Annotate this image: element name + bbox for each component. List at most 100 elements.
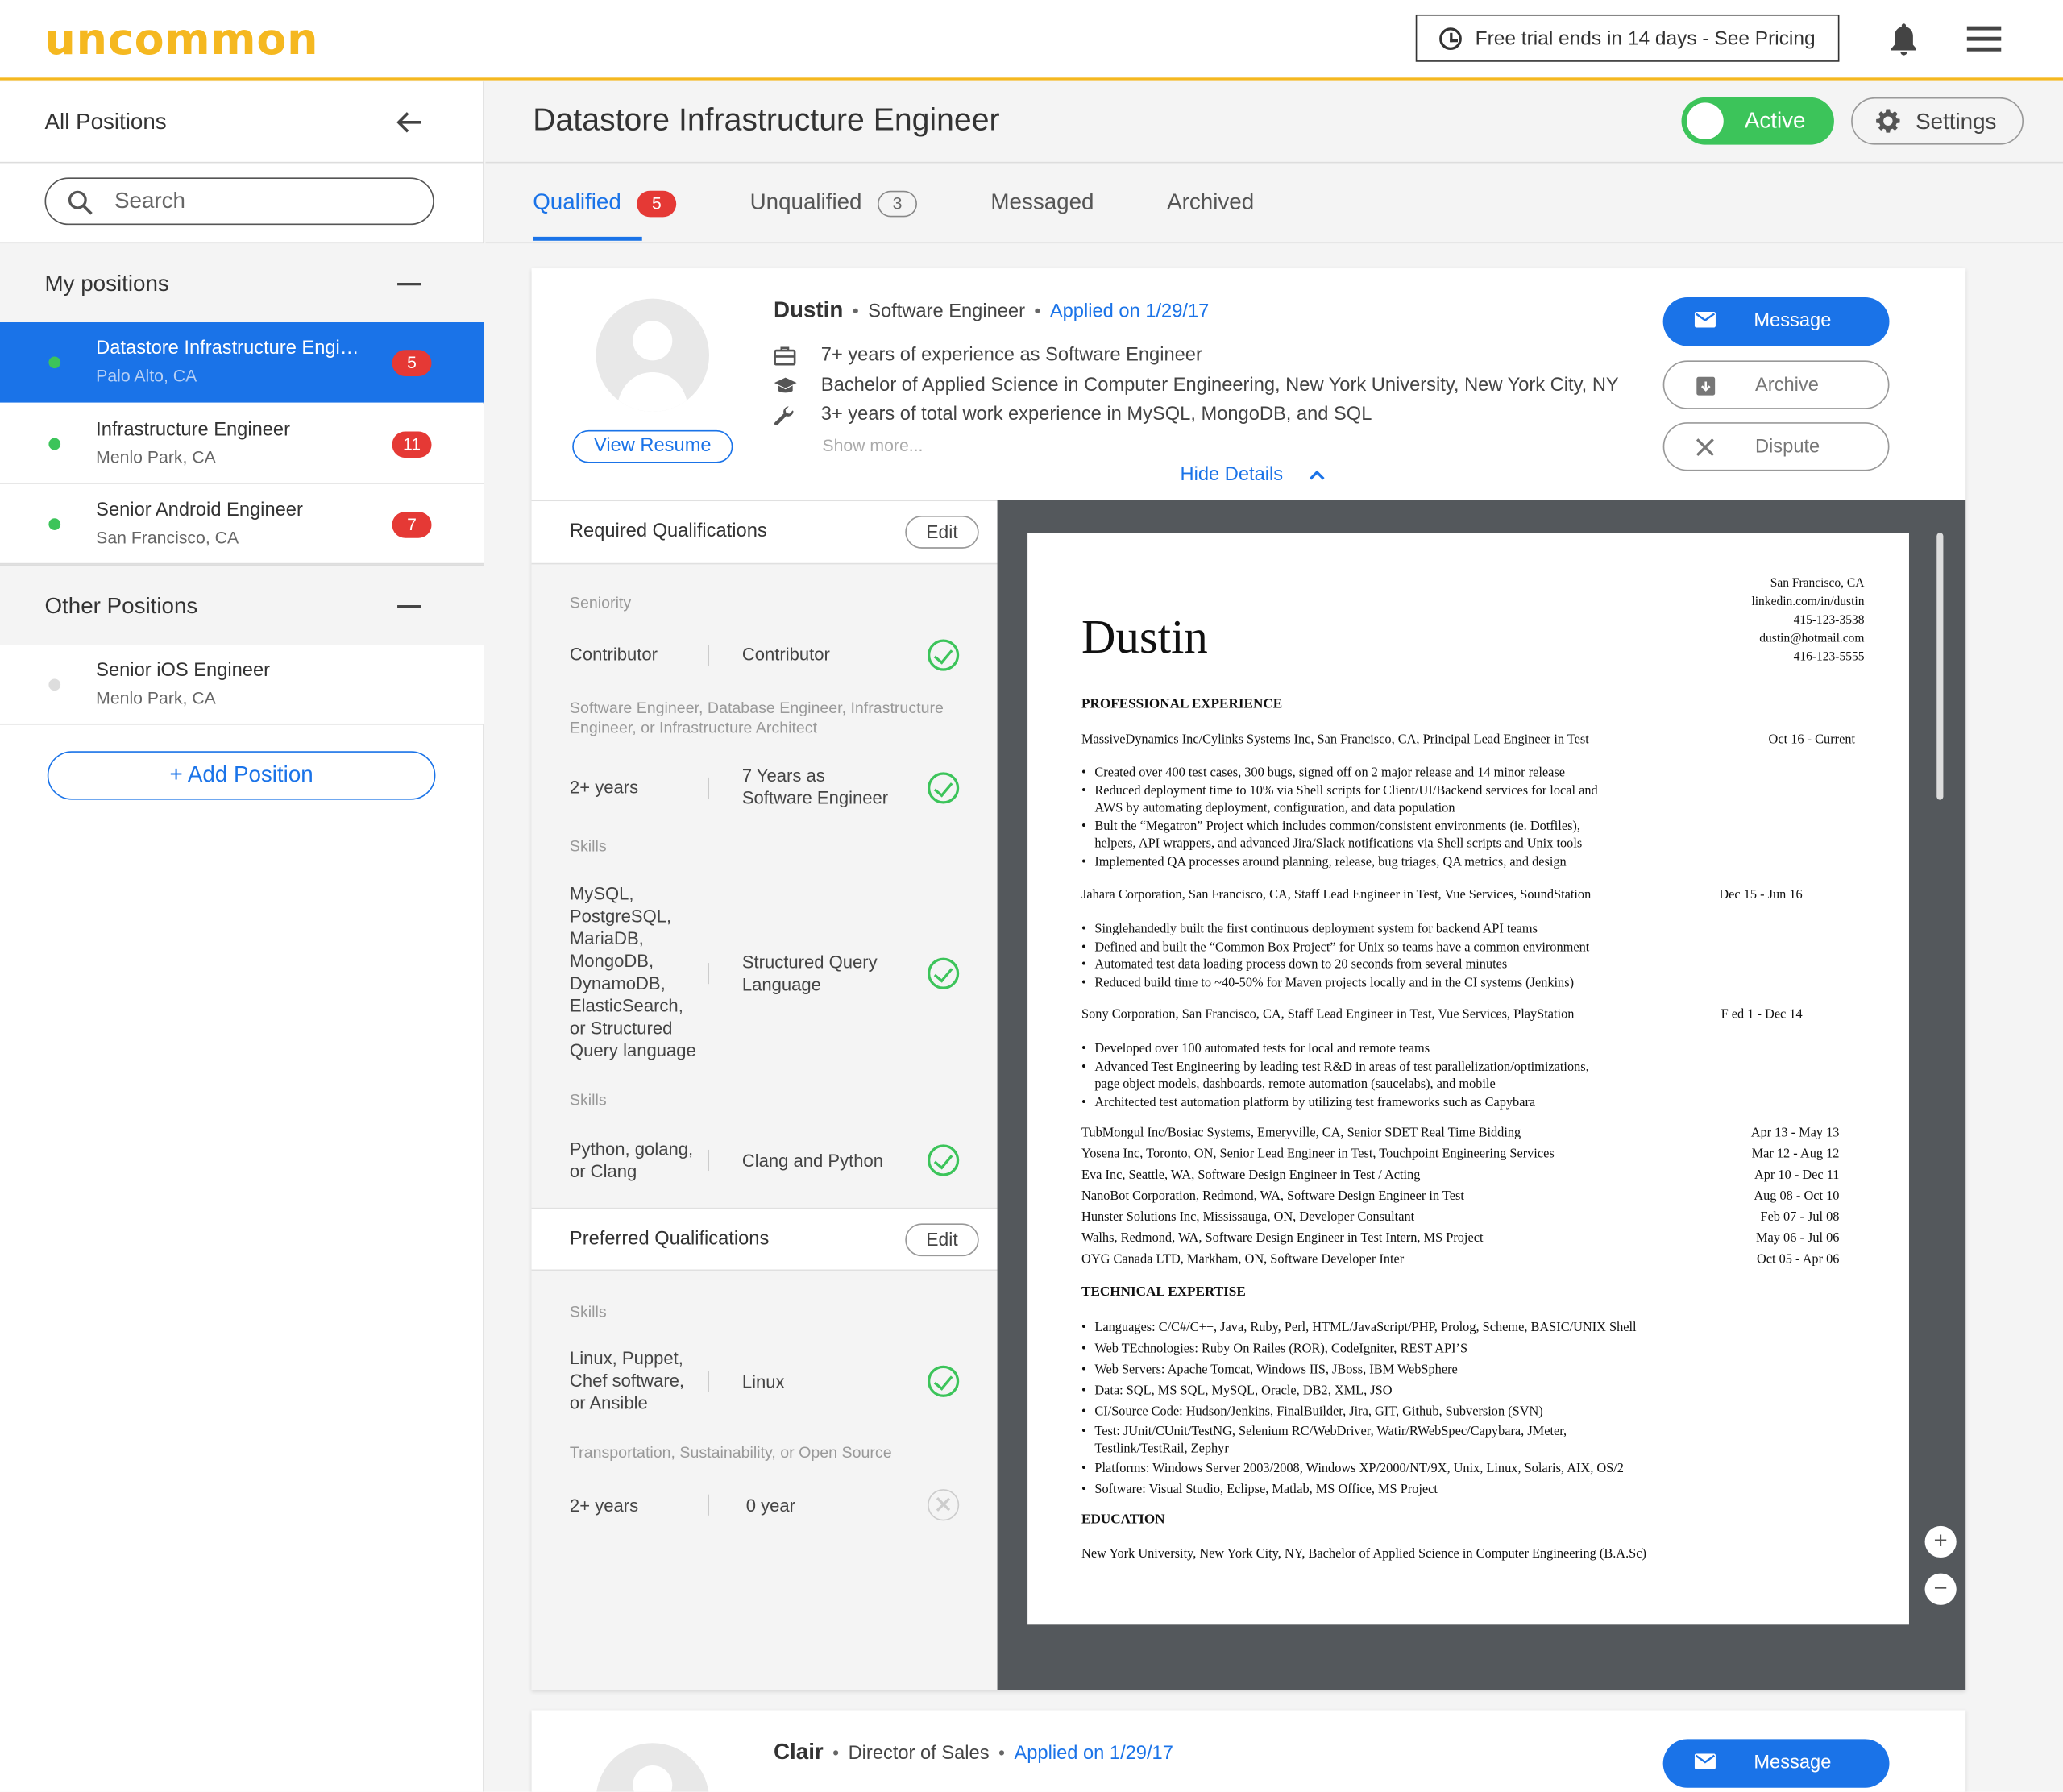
divider	[708, 1494, 709, 1516]
my-positions-label: My positions	[44, 271, 169, 297]
sidebar: All Positions My positions Datastore Inf…	[0, 81, 484, 1792]
contact-line: 415-123-3538	[1793, 614, 1865, 628]
resume-contact: San Francisco, CA linkedin.com/in/dustin…	[1606, 575, 1864, 666]
bell-icon[interactable]	[1889, 23, 1918, 56]
contact-line: linkedin.com/in/dustin	[1751, 595, 1865, 609]
other-positions-label: Other Positions	[44, 593, 198, 619]
search-icon	[68, 190, 93, 215]
uncommon-logo[interactable]: uncommon	[45, 13, 319, 64]
position-name: Datastore Infrastructure Engineer	[96, 338, 366, 359]
zoom-out-button[interactable]: −	[1924, 1573, 1957, 1605]
back-arrow-icon[interactable]	[395, 108, 424, 137]
active-status-dot	[48, 356, 61, 369]
required-qualifications-title: Required Qualifications	[569, 521, 767, 542]
person-silhouette-icon	[616, 321, 688, 413]
job-text: Hunster Solutions Inc, Mississauga, ON, …	[1081, 1210, 1415, 1225]
check-circle-icon	[928, 772, 960, 804]
active-tab-indicator	[533, 236, 642, 241]
section-title: TECHNICAL EXPERTISE	[1081, 1285, 1246, 1300]
requirement-value: Linux, Puppet, Chef software, or Ansible	[569, 1348, 685, 1413]
required-qualifications-header: Required Qualifications Edit	[531, 501, 998, 565]
gear-icon	[1876, 109, 1900, 133]
position-item-infrastructure[interactable]: Infrastructure Engineer Menlo Park, CA 1…	[0, 404, 484, 484]
message-button[interactable]: Message	[1662, 1739, 1890, 1788]
chevron-up-icon	[1310, 470, 1325, 480]
detail-text: Bachelor of Applied Science in Computer …	[820, 375, 1619, 396]
divider	[708, 1371, 709, 1392]
bullet: CI/Source Code: Hudson/Jenkins, FinalBui…	[1081, 1402, 1766, 1423]
candidate-name: Clair	[773, 1739, 824, 1765]
divider	[708, 963, 709, 985]
job-text: MassiveDynamics Inc/Cylinks Systems Inc,…	[1081, 732, 1589, 748]
job-title: Jahara Corporation, San Francisco, CA, S…	[1081, 888, 1855, 902]
archive-button[interactable]: Archive	[1662, 360, 1890, 409]
active-toggle[interactable]: Active	[1681, 97, 1834, 145]
zoom-in-button[interactable]: +	[1924, 1525, 1957, 1558]
other-jobs: TubMongul Inc/Bosiac Systems, Emeryville…	[1081, 1123, 1855, 1271]
requirement-value: Python, golang, or Clang	[569, 1139, 694, 1182]
free-trial-pricing-button[interactable]: Free trial ends in 14 days - See Pricing	[1415, 14, 1840, 62]
job-dates: Oct 05 - Apr 06	[1756, 1252, 1840, 1267]
tab-archived[interactable]: Archived	[1167, 189, 1254, 216]
job-dates: Apr 10 - Dec 11	[1754, 1168, 1840, 1183]
resume-name: Dustin	[1081, 610, 1208, 663]
job-text: Walhs, Redmond, WA, Software Design Engi…	[1081, 1231, 1484, 1247]
wrench-icon	[774, 406, 794, 426]
candidate-summary-line: Dustin • Software Engineer • Applied on 1/29…	[773, 297, 1210, 322]
my-positions-group[interactable]: My positions	[0, 242, 484, 324]
hamburger-menu-icon[interactable]	[1966, 26, 2002, 53]
resume-scrollbar[interactable]	[1936, 533, 1944, 800]
contact-line: San Francisco, CA	[1770, 577, 1865, 591]
x-circle-icon	[928, 1489, 960, 1521]
hide-details-toggle[interactable]: Hide Details	[1180, 464, 1325, 485]
bullet: Created over 400 test cases, 300 bugs, s…	[1081, 765, 1739, 782]
job-dates: Oct 16 - Current	[1768, 732, 1856, 748]
sidebar-header: All Positions	[0, 81, 484, 164]
show-more-link[interactable]: Show more...	[822, 435, 923, 454]
contact-line: dustin@hotmail.com	[1759, 633, 1865, 646]
applied-date: Applied on 1/29/17	[1014, 1743, 1173, 1765]
detail-text: 3+ years of total work experience in MyS…	[820, 404, 1372, 425]
tab-unqualified[interactable]: Unqualified 3	[750, 189, 918, 217]
message-button[interactable]: Message	[1662, 297, 1890, 346]
check-circle-icon	[928, 1365, 960, 1397]
resume-viewer: San Francisco, CA linkedin.com/in/dustin…	[997, 500, 1966, 1690]
job-bullets: Developed over 100 automated tests for l…	[1081, 1040, 1739, 1111]
collapse-minus-icon[interactable]	[397, 605, 421, 608]
detail-text: 7+ years of experience as Software Engin…	[820, 344, 1202, 366]
divider	[708, 777, 709, 799]
search-box[interactable]	[44, 177, 434, 226]
top-bar: uncommon Free trial ends in 14 days - Se…	[0, 0, 2063, 81]
other-positions-group[interactable]: Other Positions	[0, 564, 484, 646]
dispute-button[interactable]: Dispute	[1662, 422, 1890, 471]
clock-icon	[1439, 27, 1463, 50]
message-label: Message	[1754, 310, 1832, 332]
job-text: NanoBot Corporation, Redmond, WA, Softwa…	[1081, 1188, 1464, 1204]
tab-messaged[interactable]: Messaged	[990, 189, 1094, 216]
edit-required-button[interactable]: Edit	[905, 515, 979, 549]
qualification-label: Skills	[569, 836, 607, 856]
job-bullets: Singlehandedly built the first continuou…	[1081, 921, 1739, 992]
view-resume-button[interactable]: View Resume	[572, 429, 733, 463]
active-status-dot	[48, 438, 61, 450]
job-dates: May 06 - Jul 06	[1756, 1231, 1840, 1247]
qualification-label: Skills	[569, 1090, 607, 1110]
search-input[interactable]	[114, 185, 405, 218]
count-badge: 3	[878, 189, 918, 217]
position-item-android[interactable]: Senior Android Engineer San Francisco, C…	[0, 483, 484, 565]
settings-button[interactable]: Settings	[1851, 97, 2024, 145]
add-position-button[interactable]: + Add Position	[47, 751, 436, 800]
check-circle-icon	[928, 1144, 960, 1176]
position-item-ios[interactable]: Senior iOS Engineer Menlo Park, CA	[0, 644, 484, 725]
tab-qualified[interactable]: Qualified 5	[533, 189, 677, 217]
candidate-tabs: Qualified 5 Unqualified 3 Messaged Archive…	[485, 164, 2063, 244]
graduation-cap-icon	[774, 377, 797, 393]
tab-label: Qualified	[533, 189, 621, 215]
close-x-icon	[1696, 438, 1714, 457]
edit-preferred-button[interactable]: Edit	[905, 1223, 979, 1257]
position-item-datastore[interactable]: Datastore Infrastructure Engineer Palo A…	[0, 321, 484, 403]
position-name: Senior Android Engineer	[96, 500, 303, 521]
archive-label: Archive	[1754, 375, 1819, 396]
collapse-minus-icon[interactable]	[397, 283, 421, 286]
candidate-value: 0 year	[745, 1495, 795, 1516]
